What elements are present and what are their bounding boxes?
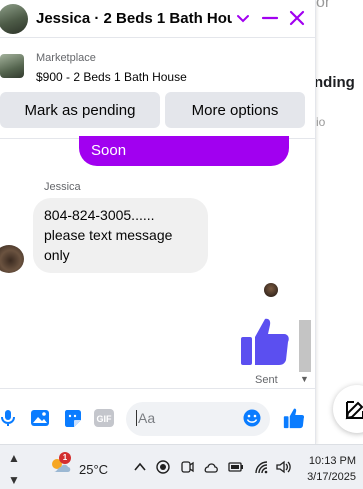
received-message-bubble: 804-824-3005...... please text message o… [33, 198, 208, 273]
background-partial-heading: nding [314, 74, 355, 91]
background-page [316, 0, 363, 444]
gif-label: GIF [97, 414, 113, 424]
listing-title: $900 - 2 Beds 1 Bath House [36, 70, 187, 84]
scrollbar-thumb[interactable] [299, 320, 311, 372]
like-button[interactable] [283, 407, 305, 434]
chevron-down-icon[interactable] [232, 7, 254, 29]
date: 3/17/2025 [307, 471, 356, 483]
cloud-icon[interactable] [203, 460, 219, 479]
sender-name: Jessica [44, 181, 81, 193]
close-icon[interactable] [286, 7, 308, 29]
message-line: please text message [44, 227, 173, 243]
show-hidden-icons-icon[interactable] [133, 460, 147, 479]
message-line: 804-824-3005...... [44, 207, 155, 223]
compose-icon [345, 401, 363, 420]
battery-icon[interactable] [228, 460, 244, 479]
sent-message-bubble: Soon [79, 136, 289, 166]
marketplace-listing-banner[interactable]: Marketplace $900 - 2 Beds 1 Bath House [0, 48, 316, 88]
photo-icon[interactable] [30, 409, 50, 432]
message-line: only [44, 247, 70, 263]
chat-header: Jessica · 2 Beds 1 Bath Hou... [0, 0, 316, 38]
minimize-icon[interactable] [259, 7, 281, 29]
taskbar: ▲ ▼ 1 25°C 10:13 PM 3/17/2025 [0, 444, 363, 489]
sender-avatar[interactable] [0, 245, 24, 273]
gif-button[interactable]: GIF [94, 409, 114, 432]
scroll-down-arrow-icon[interactable]: ▼ [300, 374, 309, 384]
weather-alert-badge: 1 [59, 452, 71, 464]
record-icon[interactable] [156, 460, 170, 479]
chat-window: Jessica · 2 Beds 1 Bath Hou... Marketpla… [0, 0, 316, 444]
sticker-icon[interactable] [63, 409, 82, 433]
background-partial-subtext: io [316, 115, 326, 129]
volume-icon[interactable] [276, 460, 292, 479]
mark-as-pending-button[interactable]: Mark as pending [0, 92, 160, 128]
wifi-icon[interactable] [254, 460, 270, 479]
background-partial-text: or [316, 0, 331, 11]
microphone-icon[interactable] [0, 409, 16, 432]
taskbar-chevron-icon[interactable]: ▲ ▼ [8, 451, 20, 487]
conversation-title[interactable]: Jessica · 2 Beds 1 Bath Hou... [36, 10, 232, 27]
sent-status: Sent [255, 374, 278, 386]
message-input[interactable] [136, 410, 236, 426]
thumbs-up-icon [239, 315, 291, 372]
more-options-button[interactable]: More options [165, 92, 305, 128]
clock[interactable]: 10:13 PM 3/17/2025 [300, 453, 356, 485]
emoji-icon[interactable] [243, 409, 261, 432]
read-receipt-avatar [264, 283, 278, 297]
temperature[interactable]: 25°C [79, 462, 108, 477]
contact-avatar[interactable] [0, 4, 28, 34]
time: 10:13 PM [308, 455, 356, 467]
marketplace-label: Marketplace [36, 52, 96, 64]
camera-icon[interactable] [180, 460, 194, 479]
listing-thumbnail [0, 54, 24, 78]
